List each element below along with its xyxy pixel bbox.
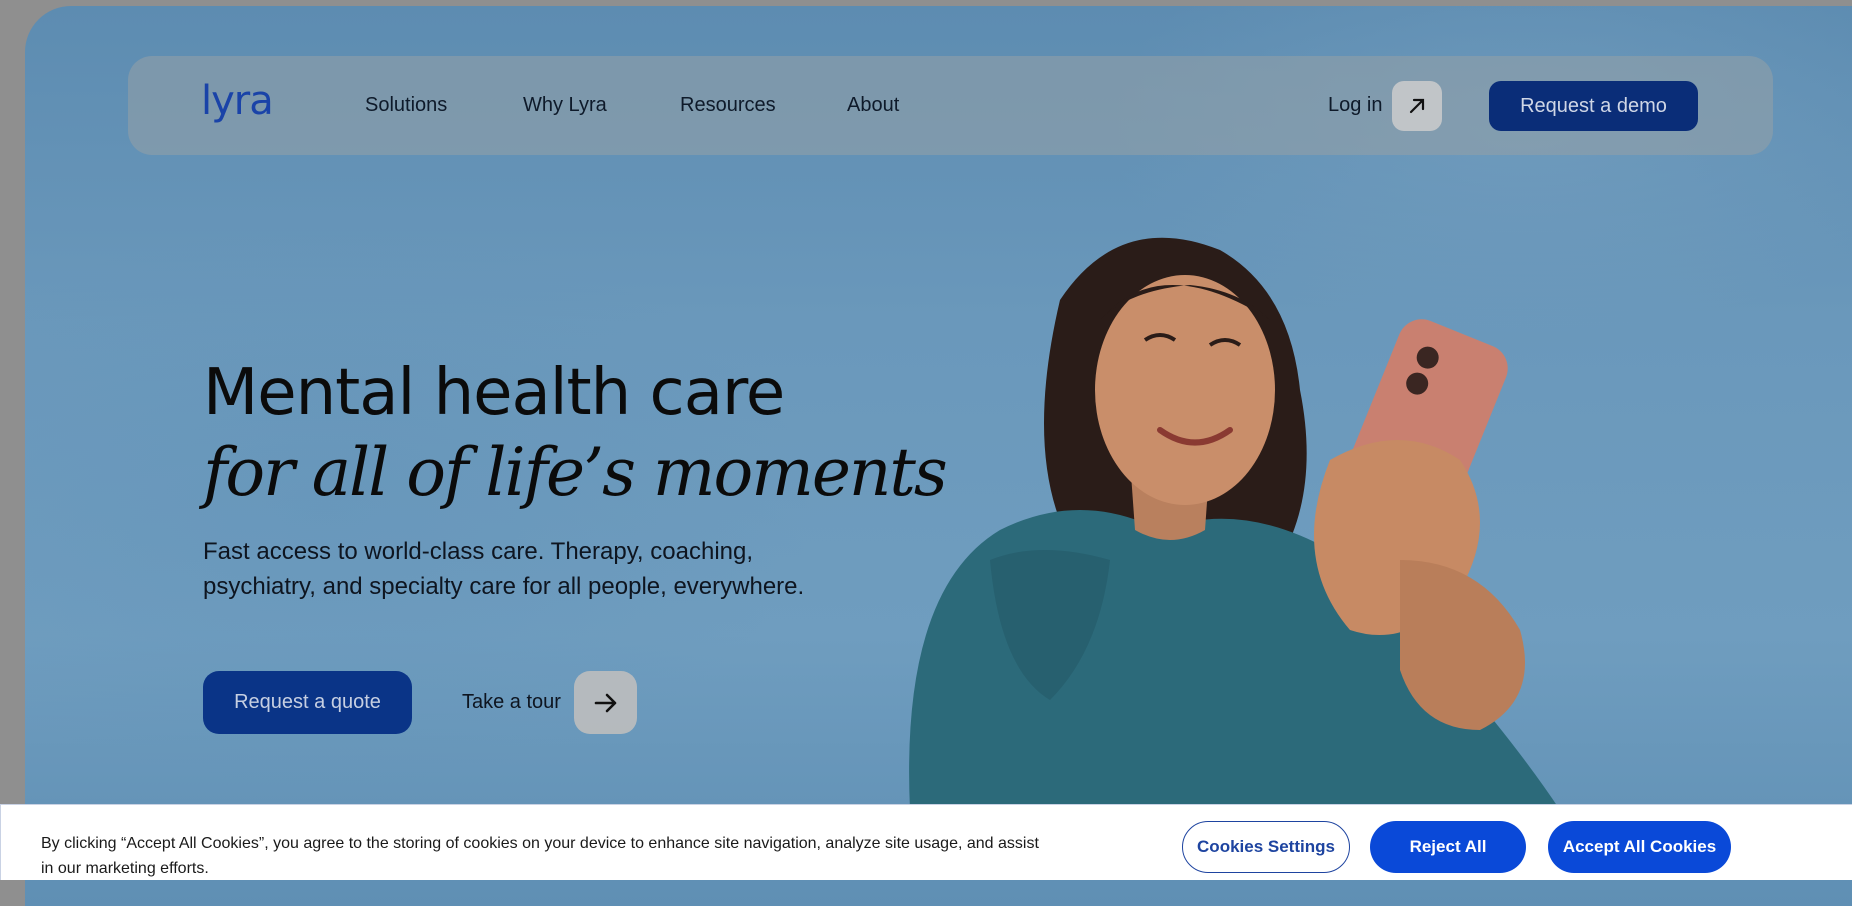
cookie-consent-text: By clicking “Accept All Cookies”, you ag… bbox=[41, 835, 1039, 877]
nav-item-resources[interactable]: Resources bbox=[680, 94, 776, 117]
nav-item-why-lyra[interactable]: Why Lyra bbox=[523, 94, 607, 117]
nav-item-solutions[interactable]: Solutions bbox=[365, 94, 447, 117]
reject-all-button[interactable]: Reject All bbox=[1370, 821, 1526, 873]
arrow-right-icon[interactable] bbox=[574, 671, 637, 734]
cookies-settings-button[interactable]: Cookies Settings bbox=[1182, 821, 1350, 873]
login-link[interactable]: Log in bbox=[1328, 94, 1383, 117]
hero-subtitle: Fast access to world-class care. Therapy… bbox=[203, 538, 805, 600]
accept-all-cookies-button[interactable]: Accept All Cookies bbox=[1548, 821, 1731, 873]
hero-headline-italic: for all of life’s moments bbox=[203, 434, 948, 511]
lyra-logo[interactable]: lyra bbox=[201, 78, 274, 124]
hero-headline: Mental health care bbox=[203, 356, 785, 430]
arrow-up-right-icon[interactable] bbox=[1392, 81, 1442, 131]
nav-item-about[interactable]: About bbox=[847, 94, 899, 117]
hero-photo-woman-with-phone bbox=[909, 237, 1560, 810]
cookie-banner: By clicking “Accept All Cookies”, you ag… bbox=[0, 804, 1852, 880]
take-tour-link[interactable]: Take a tour bbox=[462, 691, 561, 714]
request-demo-button[interactable]: Request a demo bbox=[1489, 81, 1698, 131]
request-quote-button[interactable]: Request a quote bbox=[203, 671, 412, 734]
